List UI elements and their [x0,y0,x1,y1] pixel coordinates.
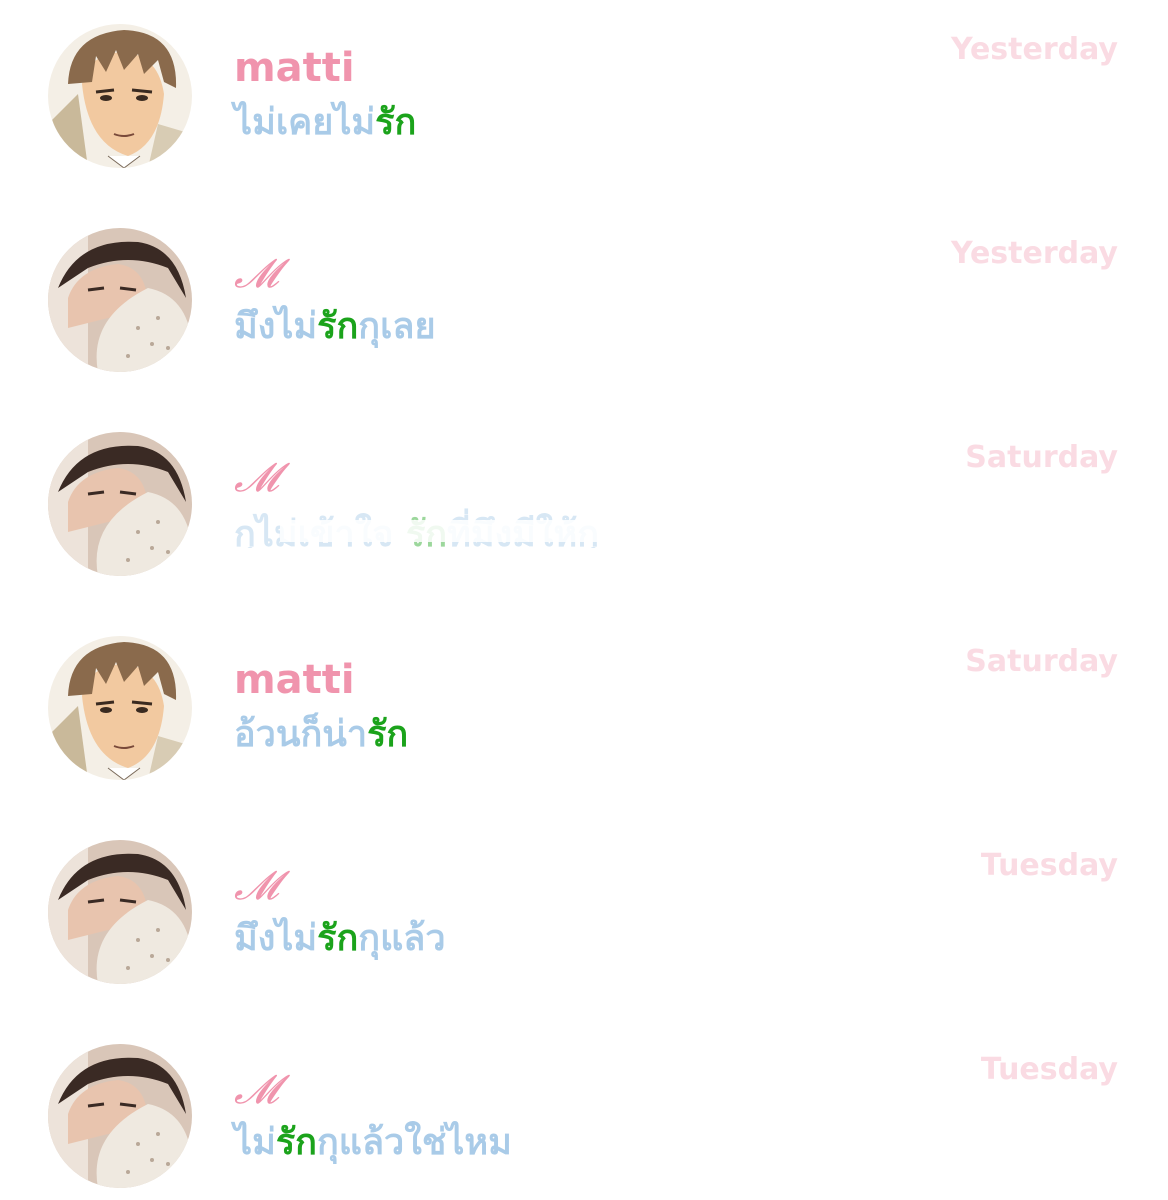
message-highlight: รัก [367,714,409,755]
message-text: อ้วนก็น่า [234,714,368,755]
message-preview: ไม่เคยไม่รัก [234,96,416,150]
contact-name: 𝓜 [234,863,279,909]
message-highlight: รัก [275,1122,317,1163]
message-text: ไม่เคยไม่ [234,102,376,143]
message-highlight: รัก [317,306,359,347]
message-highlight: รัก [375,102,417,143]
timestamp: Tuesday [980,848,1118,883]
contact-name: 𝓜 [234,455,279,501]
conversation-row[interactable]: 𝓜 กุไม่เข้าใจ รักที่มึงมีให้กุ Saturday [0,408,1168,612]
girl-photo-avatar-icon [48,1044,192,1188]
contact-name: 𝓜 [234,1067,279,1113]
timestamp: Tuesday [980,1052,1118,1087]
conversation-row[interactable]: 𝓜 มึงไม่รักกุแล้ว Tuesday [0,816,1168,1020]
timestamp: Yesterday [950,236,1118,271]
girl-photo-avatar-icon [48,840,192,984]
message-text: กุแล้วใช่ไหม [316,1122,512,1163]
contact-name: matti [234,45,355,91]
timestamp: Saturday [965,440,1118,475]
message-preview: อ้วนก็น่ารัก [234,708,408,762]
girl-photo-avatar-icon [48,432,192,576]
message-text: กุแล้ว [358,918,446,959]
message-preview: ไม่รักกุแล้วใช่ไหม [234,1116,512,1170]
message-text: ไม่ [234,1122,276,1163]
timestamp: Saturday [965,644,1118,679]
avatar[interactable] [48,636,192,780]
message-highlight: รัก [317,918,359,959]
contact-name: matti [234,657,355,703]
conversation-row[interactable]: matti ไม่เคยไม่รัก Yesterday [0,0,1168,204]
message-text: มึงไม่ [234,918,318,959]
message-preview: มึงไม่รักกุเลย [234,300,436,354]
contact-name: 𝓜 [234,251,279,297]
avatar[interactable] [48,432,192,576]
message-preview: มึงไม่รักกุแล้ว [234,912,446,966]
girl-photo-avatar-icon [48,228,192,372]
anime-man-avatar-icon [48,636,192,780]
avatar[interactable] [48,228,192,372]
conversation-list: matti ไม่เคยไม่รัก Yesterday 𝓜 มึงไม่รัก… [0,0,1168,1200]
avatar[interactable] [48,24,192,168]
avatar[interactable] [48,840,192,984]
avatar[interactable] [48,1044,192,1188]
anime-man-avatar-icon [48,24,192,168]
timestamp: Yesterday [950,32,1118,67]
fade-overlay [280,520,740,542]
message-text: มึงไม่ [234,306,318,347]
conversation-row[interactable]: 𝓜 มึงไม่รักกุเลย Yesterday [0,204,1168,408]
conversation-row[interactable]: 𝓜 ไม่รักกุแล้วใช่ไหม Tuesday [0,1020,1168,1200]
message-text: กุเลย [358,306,436,347]
conversation-row[interactable]: matti อ้วนก็น่ารัก Saturday [0,612,1168,816]
